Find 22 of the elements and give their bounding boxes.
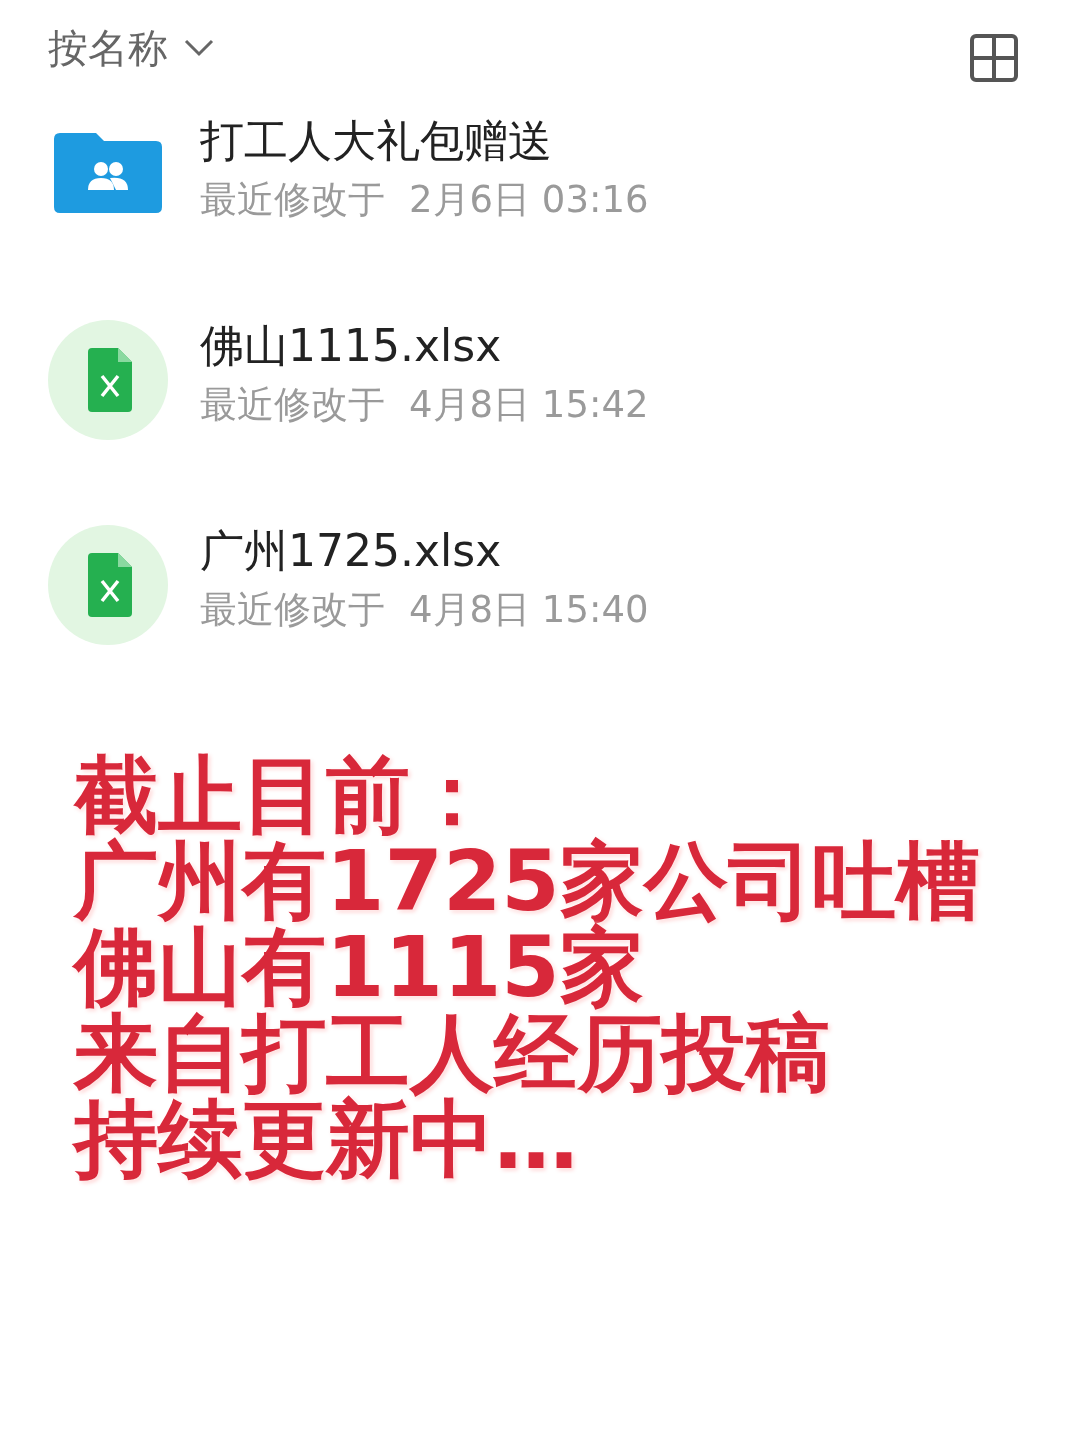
modified-label: 最近修改于 xyxy=(200,382,385,428)
spreadsheet-file-icon xyxy=(48,525,168,645)
file-row[interactable]: 佛山1115.xlsx 最近修改于 4月8日 15:42 xyxy=(0,320,1080,525)
file-row[interactable]: 打工人大礼包赠送 最近修改于 2月6日 03:16 xyxy=(0,115,1080,320)
sort-dropdown[interactable]: 按名称 xyxy=(48,28,214,68)
file-name: 佛山1115.xlsx xyxy=(200,320,503,373)
overlay-caption: 截止目前： xyxy=(74,752,495,838)
file-name: 打工人大礼包赠送 xyxy=(200,115,553,168)
chevron-down-icon xyxy=(184,39,214,57)
spreadsheet-file-icon xyxy=(48,320,168,440)
modified-date: 4月8日 15:42 xyxy=(409,382,649,428)
overlay-caption: 来自打工人经历投稿 xyxy=(74,1010,831,1096)
overlay-caption: 持续更新中… xyxy=(74,1096,578,1182)
modified-label: 最近修改于 xyxy=(200,587,385,633)
modified-date: 4月8日 15:40 xyxy=(409,587,649,633)
file-row[interactable]: 广州1725.xlsx 最近修改于 4月8日 15:40 xyxy=(0,525,1080,730)
modified-date: 2月6日 03:16 xyxy=(409,177,649,223)
overlay-caption: 广州有1725家公司吐槽 xyxy=(74,838,981,924)
file-name: 广州1725.xlsx xyxy=(200,525,503,578)
overlay-caption: 佛山有1115家 xyxy=(74,924,644,1010)
grid-view-icon[interactable] xyxy=(970,34,1018,82)
modified-label: 最近修改于 xyxy=(200,177,385,223)
